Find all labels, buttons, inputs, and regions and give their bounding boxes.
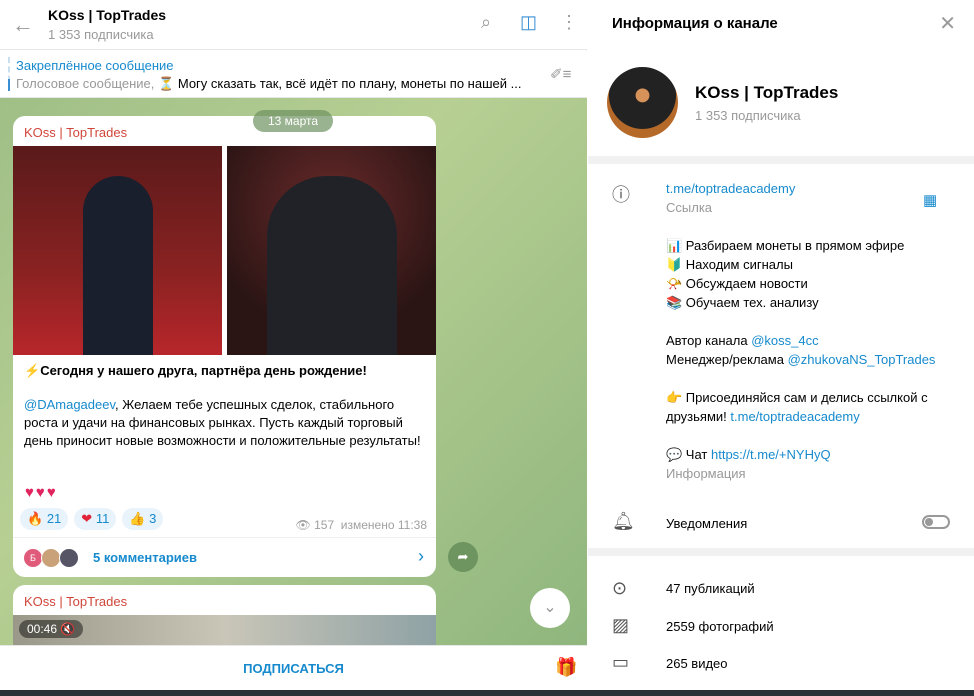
avatar <box>41 548 61 568</box>
reactions: 🔥 21 ❤ 11 👍 3 <box>20 508 164 530</box>
back-arrow-icon[interactable]: ← <box>12 12 34 38</box>
channel-subscribers: 1 353 подписчика <box>48 27 154 42</box>
stat-photos[interactable]: 2559 фотографий <box>666 617 774 636</box>
message-post: KOss | TopTrades ⚡Сегодня у нашего друга… <box>13 116 436 577</box>
edited-time: изменено 11:38 <box>340 518 427 532</box>
message-list[interactable]: KOss | TopTrades ⚡Сегодня у нашего друга… <box>0 98 587 645</box>
video-icon: ▭ <box>612 652 630 672</box>
panel-title: Информация о канале <box>612 15 778 32</box>
comments-count: 5 комментариев <box>93 550 198 565</box>
channel-link[interactable]: t.me/toptradeacademy <box>666 181 795 196</box>
view-count: 157 <box>314 518 335 532</box>
post-author[interactable]: KOss | TopTrades <box>24 125 127 140</box>
date-badge: 13 марта <box>253 110 333 132</box>
photo-subject <box>83 176 153 355</box>
desc-line: 📚 Обучаем тех. анализу <box>666 295 819 310</box>
chat-link[interactable]: https://t.me/+NYHyQ <box>711 447 831 462</box>
post-photo[interactable] <box>13 146 222 355</box>
reaction-count: 11 <box>95 511 110 526</box>
channel-info-panel: Информация о канале ✕ KOss | TopTrades 1… <box>588 0 974 690</box>
join-link[interactable]: t.me/toptradeacademy <box>730 409 859 424</box>
share-icon[interactable]: ➦ <box>448 542 478 572</box>
lightning-icon: ⚡ <box>24 363 41 378</box>
photo-icon: ▨ <box>612 615 630 635</box>
thumbs-up-icon: 👍 <box>129 511 146 526</box>
reaction-heart[interactable]: ❤ 11 <box>74 508 117 530</box>
post-body: @DAmagadeev, Желаем тебе успешных сделок… <box>24 396 424 450</box>
photo-subject <box>267 176 397 355</box>
desc-line: 📯 Обсуждаем новости <box>666 276 808 291</box>
pinned-label: Закреплённое сообщение <box>16 58 174 73</box>
chat-pane: ← KOss | TopTrades 1 353 подписчика ⌕ ◫ … <box>0 0 587 696</box>
manager-label: Менеджер/реклама <box>666 352 784 367</box>
reaction-fire[interactable]: 🔥 21 <box>20 508 69 530</box>
taskbar-strip <box>0 690 974 696</box>
comments-button[interactable]: Б 5 комментариев › <box>13 537 436 577</box>
pinned-body: Могу сказать так, всё идёт по плану, мон… <box>177 76 522 91</box>
divider <box>588 548 974 556</box>
channel-subscribers: 1 353 подписчика <box>695 108 801 123</box>
chat-header: ← KOss | TopTrades 1 353 подписчика ⌕ ◫ … <box>0 0 587 50</box>
divider <box>588 156 974 164</box>
heart-icon: ❤ <box>81 511 93 526</box>
notifications-label: Уведомления <box>666 516 748 531</box>
publications-icon: ⊙ <box>612 578 628 598</box>
message-post: KOss | TopTrades 00:46 🔇 <box>13 585 436 645</box>
pinned-type: Голосовое сообщение, <box>16 76 155 91</box>
mention-link[interactable]: @DAmagadeev <box>24 397 115 412</box>
pinned-message[interactable]: Закреплённое сообщение Голосовое сообщен… <box>0 51 587 98</box>
subscribe-button[interactable]: ПОДПИСАТЬСЯ <box>0 646 587 691</box>
duration-text: 00:46 <box>27 622 58 636</box>
avatar: Б <box>23 548 43 568</box>
desc-line: 📊 Разбираем монеты в прямом эфире <box>666 238 905 253</box>
sidebar-toggle-icon[interactable]: ◫ <box>520 12 537 33</box>
headline-text: Сегодня у нашего друга, партнёра день ро… <box>40 363 367 378</box>
post-author[interactable]: KOss | TopTrades <box>24 594 127 609</box>
search-icon[interactable]: ⌕ <box>481 12 491 33</box>
more-icon[interactable]: ⋮ <box>560 12 578 33</box>
fire-icon: 🔥 <box>27 511 44 526</box>
reaction-count: 3 <box>149 511 157 526</box>
bottom-bar: ПОДПИСАТЬСЯ 🎁 <box>0 645 587 690</box>
link-label: Ссылка <box>666 200 713 215</box>
reaction-count: 21 <box>46 511 62 526</box>
muted-icon[interactable]: 🔇 <box>60 622 75 636</box>
gift-icon[interactable]: 🎁 <box>555 657 577 678</box>
chat-label: 💬 Чат <box>666 447 708 462</box>
info-label: Информация <box>666 466 746 481</box>
author-link[interactable]: @koss_4cc <box>751 333 818 348</box>
post-photo[interactable] <box>227 146 436 355</box>
pinned-text: Голосовое сообщение, ⏳ Могу сказать так,… <box>16 76 521 92</box>
pin-indicator-active <box>8 79 10 91</box>
desc-line: 🔰 Находим сигналы <box>666 257 793 272</box>
channel-description: t.me/toptradeacademy Ссылка 📊 Разбираем … <box>666 179 946 483</box>
avatar <box>59 548 79 568</box>
notifications-toggle[interactable] <box>922 515 950 529</box>
post-headline: ⚡Сегодня у нашего друга, партнёра день р… <box>24 362 424 380</box>
pin-list-icon[interactable]: ✐≡ <box>550 65 571 83</box>
info-icon: ⓘ <box>612 185 630 205</box>
manager-link[interactable]: @zhukovaNS_TopTrades <box>788 352 936 367</box>
stat-videos[interactable]: 265 видео <box>666 654 728 673</box>
close-icon[interactable]: ✕ <box>939 11 956 36</box>
hourglass-icon: ⏳ <box>158 76 175 91</box>
reaction-thumbs-up[interactable]: 👍 3 <box>122 508 164 530</box>
post-video[interactable]: 00:46 🔇 <box>13 615 436 645</box>
scroll-down-button[interactable]: ⌄ <box>530 588 570 628</box>
post-meta: 👁 157 изменено 11:38 <box>296 518 427 532</box>
chevron-right-icon: › <box>418 546 424 566</box>
post-text: ⚡Сегодня у нашего друга, партнёра день р… <box>24 362 424 450</box>
stat-publications[interactable]: 47 публикаций <box>666 579 755 598</box>
video-duration: 00:46 🔇 <box>19 620 84 638</box>
heart-emojis: ♥♥♥ <box>25 484 58 501</box>
channel-name: KOss | TopTrades <box>695 83 839 102</box>
channel-title[interactable]: KOss | TopTrades <box>48 7 166 23</box>
author-label: Автор канала <box>666 333 748 348</box>
bell-icon: 🔔︎ <box>612 511 635 531</box>
eye-icon: 👁 <box>295 518 311 532</box>
channel-avatar[interactable] <box>607 67 678 138</box>
